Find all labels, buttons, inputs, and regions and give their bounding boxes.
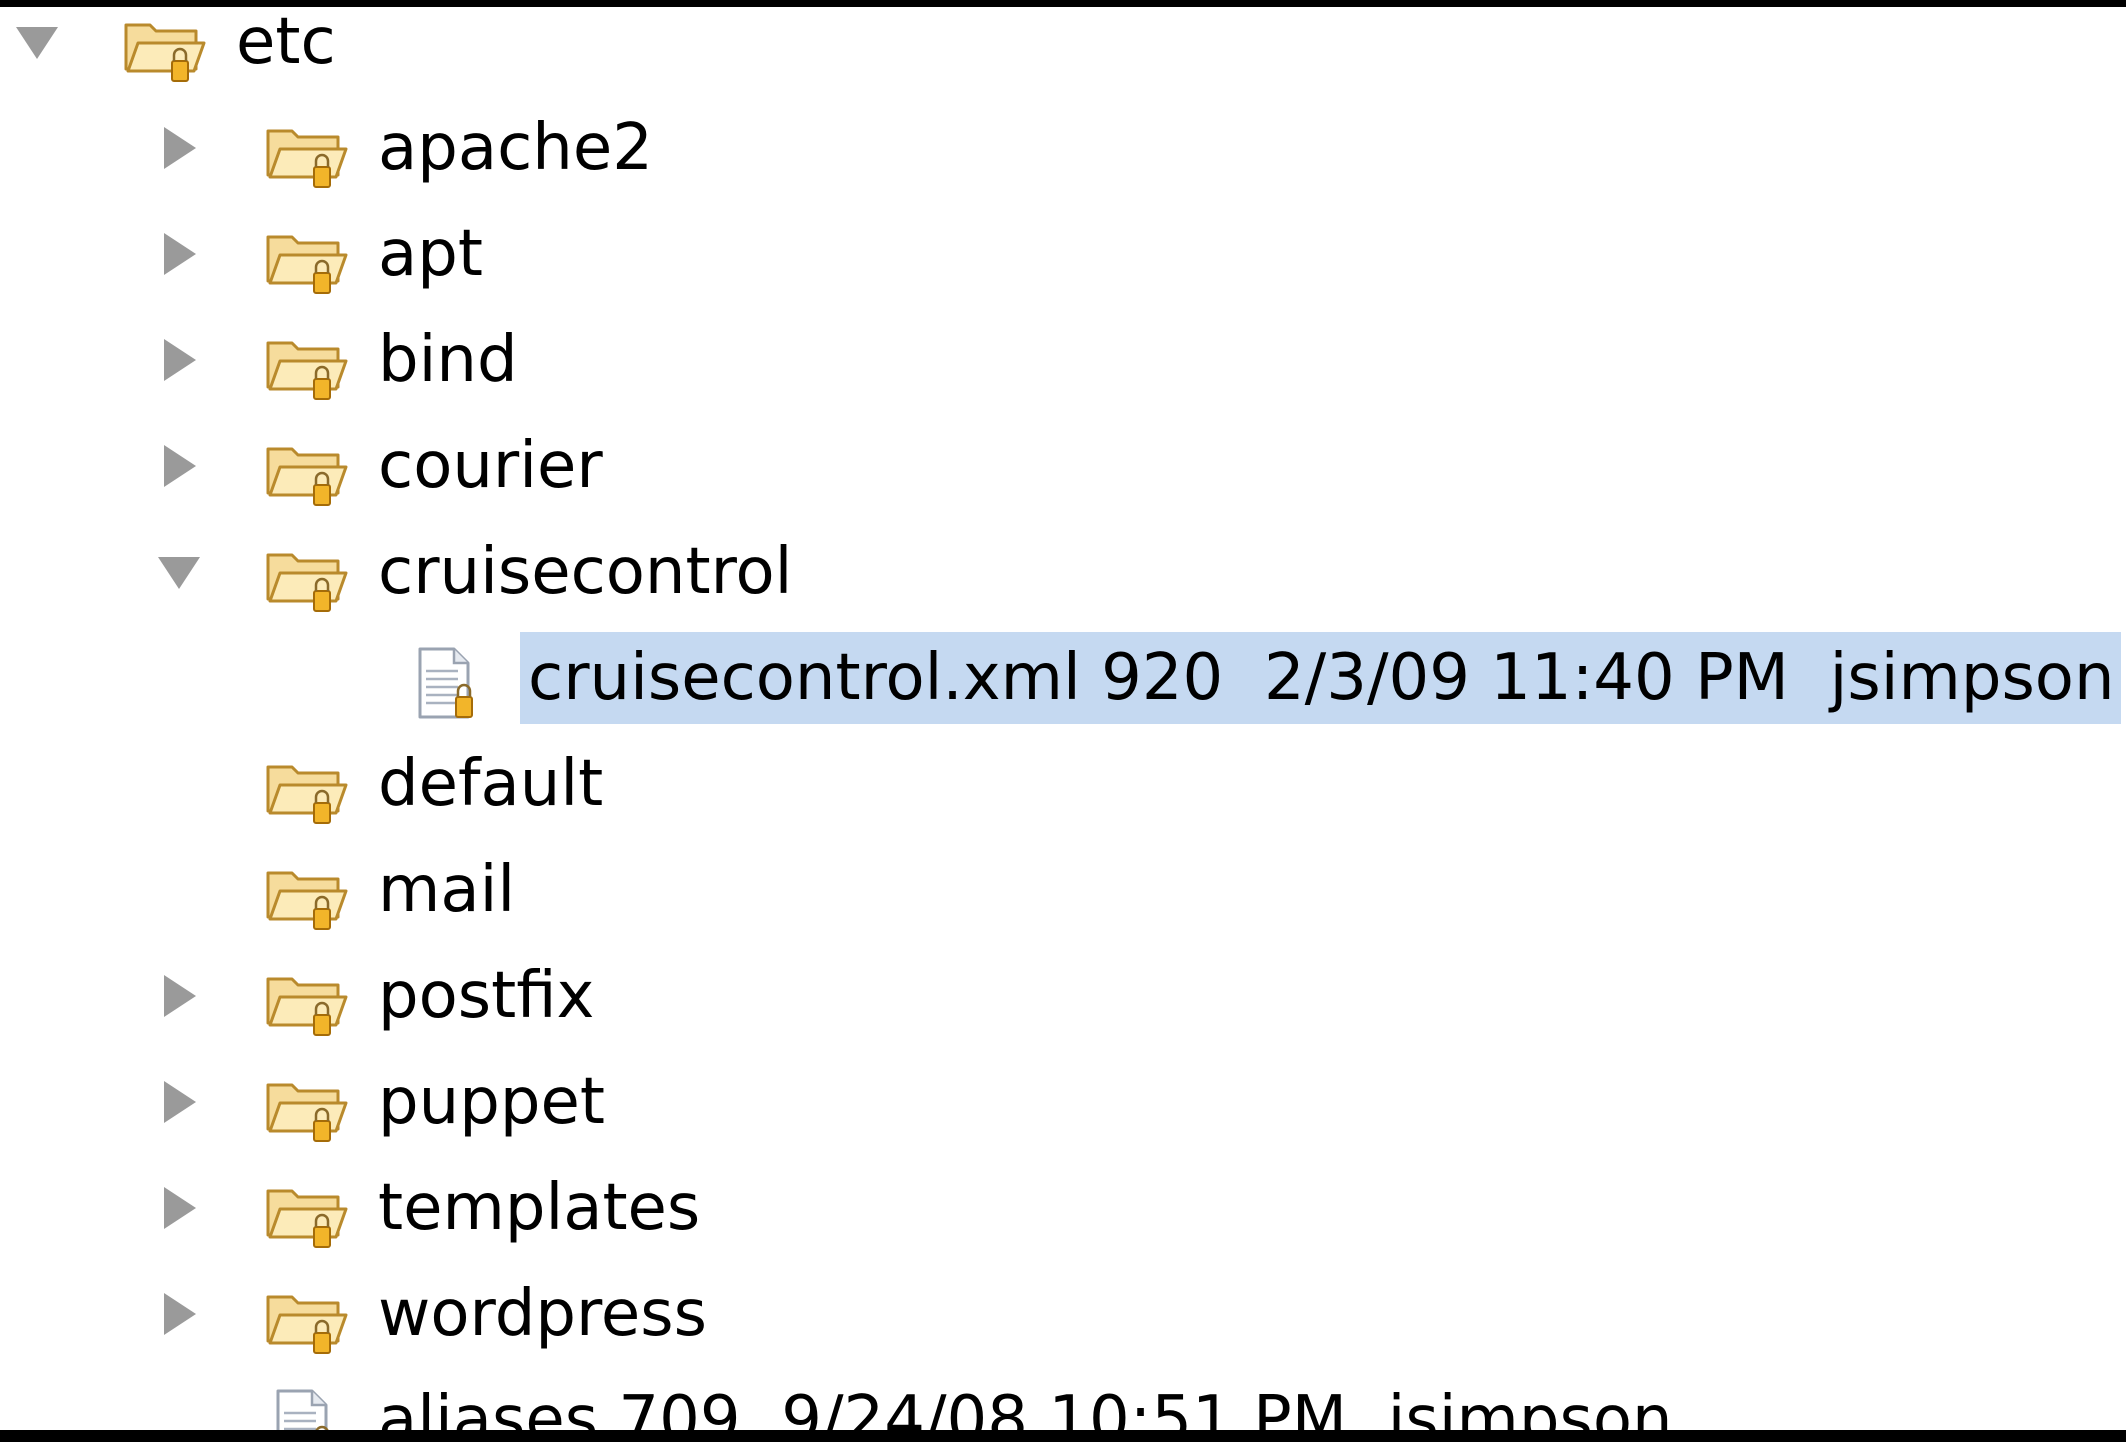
tree-folder-row[interactable]: templates <box>0 1155 2126 1261</box>
tree-item-label: etc <box>236 7 336 79</box>
tree-file-row[interactable]: cruisecontrol.xml 920 2/3/09 11:40 PM js… <box>0 625 2126 731</box>
triangle-right-icon[interactable] <box>156 337 202 383</box>
triangle-down-icon[interactable] <box>156 549 202 595</box>
folder-icon <box>266 447 348 506</box>
tree-folder-row[interactable]: apt <box>0 201 2126 307</box>
tree-item-label: aliases 709 9/24/08 10:51 PM jsimpson <box>378 1383 1673 1430</box>
tree-item-label: bind <box>378 323 518 397</box>
folder-icon <box>266 235 348 294</box>
folder-icon <box>266 1189 348 1248</box>
folder-icon <box>124 23 206 82</box>
tree-folder-row[interactable]: apache2 <box>0 95 2126 201</box>
tree-folder-row[interactable]: default <box>0 731 2126 837</box>
triangle-right-icon[interactable] <box>156 1291 202 1337</box>
tree-item-label: courier <box>378 429 603 503</box>
triangle-right-icon[interactable] <box>156 1079 202 1125</box>
triangle-down-icon[interactable] <box>14 19 60 65</box>
tree-folder-row[interactable]: wordpress <box>0 1261 2126 1367</box>
tree-folder-row[interactable]: courier <box>0 413 2126 519</box>
tree-folder-row[interactable]: puppet <box>0 1049 2126 1155</box>
triangle-right-icon[interactable] <box>156 443 202 489</box>
triangle-right-icon[interactable] <box>156 125 202 171</box>
tree-item-label: puppet <box>378 1065 605 1139</box>
triangle-right-icon[interactable] <box>156 1185 202 1231</box>
tree-file-row[interactable]: aliases 709 9/24/08 10:51 PM jsimpson <box>0 1367 2126 1430</box>
tree-item-label: mail <box>378 853 516 927</box>
tree-item-label: cruisecontrol <box>378 535 793 609</box>
tree-item-label: default <box>378 747 604 821</box>
tree-item-label: cruisecontrol.xml 920 2/3/09 11:40 PM js… <box>520 632 2121 724</box>
triangle-right-icon[interactable] <box>156 973 202 1019</box>
file-icon <box>276 1389 329 1430</box>
tree-folder-row[interactable]: postfix <box>0 943 2126 1049</box>
tree-folder-row[interactable]: cruisecontrol <box>0 519 2126 625</box>
folder-icon <box>266 765 348 824</box>
tree-item-label: apt <box>378 217 483 291</box>
tree-folder-row[interactable]: mail <box>0 837 2126 943</box>
tree-item-label: apache2 <box>378 111 653 185</box>
folder-icon <box>266 1295 348 1354</box>
tree-item-label: wordpress <box>378 1277 707 1351</box>
folder-icon <box>266 1083 348 1142</box>
folder-icon <box>266 341 348 400</box>
file-tree: etc apache2 apt bind courier cruisecontrol cru… <box>0 7 2126 1430</box>
tree-item-label: templates <box>378 1171 701 1245</box>
folder-icon <box>266 129 348 188</box>
triangle-right-icon[interactable] <box>156 231 202 277</box>
tree-item-label: postfix <box>378 959 595 1033</box>
folder-icon <box>266 553 348 612</box>
tree-folder-row[interactable]: etc <box>0 7 2126 95</box>
file-icon <box>418 647 473 719</box>
tree-folder-row[interactable]: bind <box>0 307 2126 413</box>
folder-icon <box>266 871 348 930</box>
folder-icon <box>266 977 348 1036</box>
